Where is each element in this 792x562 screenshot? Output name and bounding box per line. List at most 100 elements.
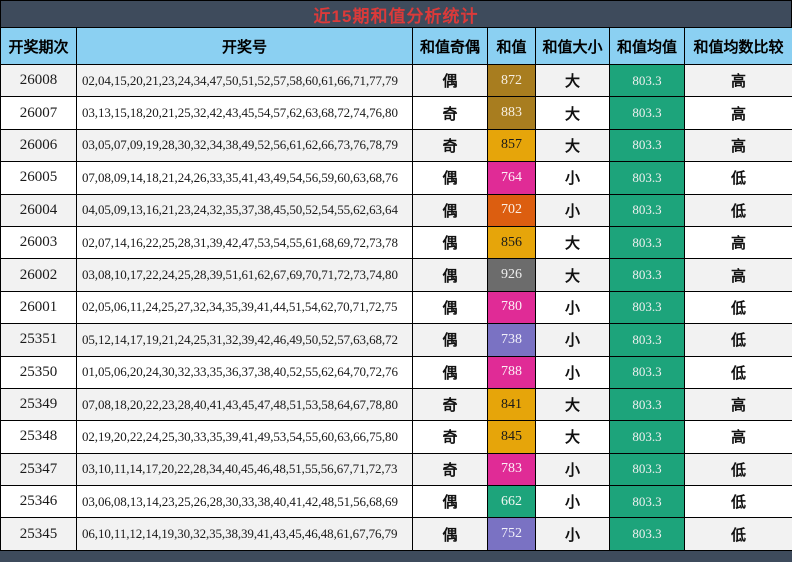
size-cell: 大 [535,420,610,454]
table-row: 25345 06,10,11,12,14,19,30,32,35,38,39,41… [0,517,792,551]
size-cell: 小 [535,161,610,195]
sum-cell: 738 [487,323,536,357]
mean-cell: 803.3 [609,128,685,163]
sum-cell: 662 [487,485,536,519]
compare-cell: 高 [684,387,792,422]
mean-cell: 803.3 [609,420,685,454]
column-header-sum: 和值 [487,27,536,65]
size-cell: 小 [535,290,610,325]
page-title: 近15期和值分析统计 [313,6,479,26]
numbers-cell: 01,05,06,20,24,30,32,33,35,36,37,38,40,5… [76,355,413,389]
size-cell: 小 [535,323,610,357]
numbers-cell: 03,10,11,14,17,20,22,28,34,40,45,46,48,5… [76,452,413,487]
sum-analysis-panel: 近15期和值分析统计 开奖期次 开奖号 和值奇偶 和值 和值大小 和值均值 和值… [0,0,792,562]
parity-cell: 奇 [412,387,488,422]
period-cell: 25351 [0,323,77,357]
mean-cell: 803.3 [609,290,685,325]
size-cell: 小 [535,193,610,227]
period-cell: 26003 [0,225,77,260]
sum-cell: 752 [487,517,536,551]
mean-cell: 803.3 [609,63,685,98]
numbers-cell: 07,08,09,14,18,21,24,26,33,35,41,43,49,5… [76,161,413,195]
size-cell: 小 [535,485,610,519]
size-cell: 大 [535,258,610,292]
table-row: 25347 03,10,11,14,17,20,22,28,34,40,45,46… [0,452,792,487]
table-row: 25351 05,12,14,17,19,21,24,25,31,32,39,42… [0,323,792,357]
mean-cell: 803.3 [609,258,685,292]
compare-cell: 低 [684,485,792,519]
period-cell: 25347 [0,452,77,487]
sum-cell: 764 [487,161,536,195]
size-cell: 大 [535,225,610,260]
period-cell: 26001 [0,290,77,325]
sum-cell: 926 [487,258,536,292]
period-cell: 25346 [0,485,77,519]
table-row: 25346 03,06,08,13,14,23,25,26,28,30,33,38… [0,485,792,519]
period-cell: 26006 [0,128,77,163]
period-cell: 26004 [0,193,77,227]
sum-cell: 872 [487,63,536,98]
numbers-cell: 03,06,08,13,14,23,25,26,28,30,33,38,40,4… [76,485,413,519]
table-row: 26002 03,08,10,17,22,24,25,28,39,51,61,62… [0,258,792,292]
table-row: 25349 07,08,18,20,22,23,28,40,41,43,45,47… [0,387,792,422]
table-row: 26007 03,13,15,18,20,21,25,32,42,43,45,54… [0,96,792,130]
table-row: 26006 03,05,07,09,19,28,30,32,34,38,49,52… [0,128,792,163]
parity-cell: 奇 [412,96,488,130]
sum-cell: 783 [487,452,536,487]
column-header-compare: 和值均数比较 [684,27,792,65]
table-row: 26005 07,08,09,14,18,21,24,26,33,35,41,43… [0,161,792,195]
numbers-cell: 02,07,14,16,22,25,28,31,39,42,47,53,54,5… [76,225,413,260]
parity-cell: 偶 [412,485,488,519]
numbers-cell: 02,19,20,22,24,25,30,33,35,39,41,49,53,5… [76,420,413,454]
sum-cell: 857 [487,128,536,163]
numbers-cell: 05,12,14,17,19,21,24,25,31,32,39,42,46,4… [76,323,413,357]
parity-cell: 奇 [412,128,488,163]
sum-cell: 883 [487,96,536,130]
sum-cell: 856 [487,225,536,260]
period-cell: 25349 [0,387,77,422]
compare-cell: 低 [684,452,792,487]
sum-cell: 841 [487,387,536,422]
table-row: 26004 04,05,09,13,16,21,23,24,32,35,37,38… [0,193,792,227]
mean-cell: 803.3 [609,161,685,195]
parity-cell: 偶 [412,323,488,357]
period-cell: 26002 [0,258,77,292]
compare-cell: 低 [684,193,792,227]
column-header-period: 开奖期次 [0,27,77,65]
size-cell: 小 [535,355,610,389]
period-cell: 25348 [0,420,77,454]
compare-cell: 低 [684,161,792,195]
parity-cell: 奇 [412,420,488,454]
mean-cell: 803.3 [609,355,685,389]
size-cell: 大 [535,387,610,422]
period-cell: 25345 [0,517,77,551]
compare-cell: 高 [684,63,792,98]
parity-cell: 偶 [412,63,488,98]
numbers-cell: 03,05,07,09,19,28,30,32,34,38,49,52,56,6… [76,128,413,163]
size-cell: 大 [535,63,610,98]
size-cell: 大 [535,128,610,163]
compare-cell: 高 [684,258,792,292]
column-header-parity: 和值奇偶 [412,27,488,65]
parity-cell: 偶 [412,225,488,260]
parity-cell: 偶 [412,161,488,195]
parity-cell: 偶 [412,193,488,227]
parity-cell: 偶 [412,355,488,389]
period-cell: 26007 [0,96,77,130]
sum-cell: 780 [487,290,536,325]
compare-cell: 高 [684,225,792,260]
parity-cell: 奇 [412,452,488,487]
table-row: 25350 01,05,06,20,24,30,32,33,35,36,37,38… [0,355,792,389]
sum-cell: 845 [487,420,536,454]
compare-cell: 低 [684,517,792,551]
table-row: 26003 02,07,14,16,22,25,28,31,39,42,47,53… [0,225,792,260]
mean-cell: 803.3 [609,225,685,260]
compare-cell: 高 [684,96,792,130]
column-header-mean: 和值均值 [609,27,685,65]
period-cell: 26008 [0,63,77,98]
numbers-cell: 02,04,15,20,21,23,24,34,47,50,51,52,57,5… [76,63,413,98]
mean-cell: 803.3 [609,517,685,551]
period-cell: 25350 [0,355,77,389]
sum-analysis-table: 开奖期次 开奖号 和值奇偶 和值 和值大小 和值均值 和值均数比较 26008 0… [0,27,792,551]
table-row: 25348 02,19,20,22,24,25,30,33,35,39,41,49… [0,420,792,454]
